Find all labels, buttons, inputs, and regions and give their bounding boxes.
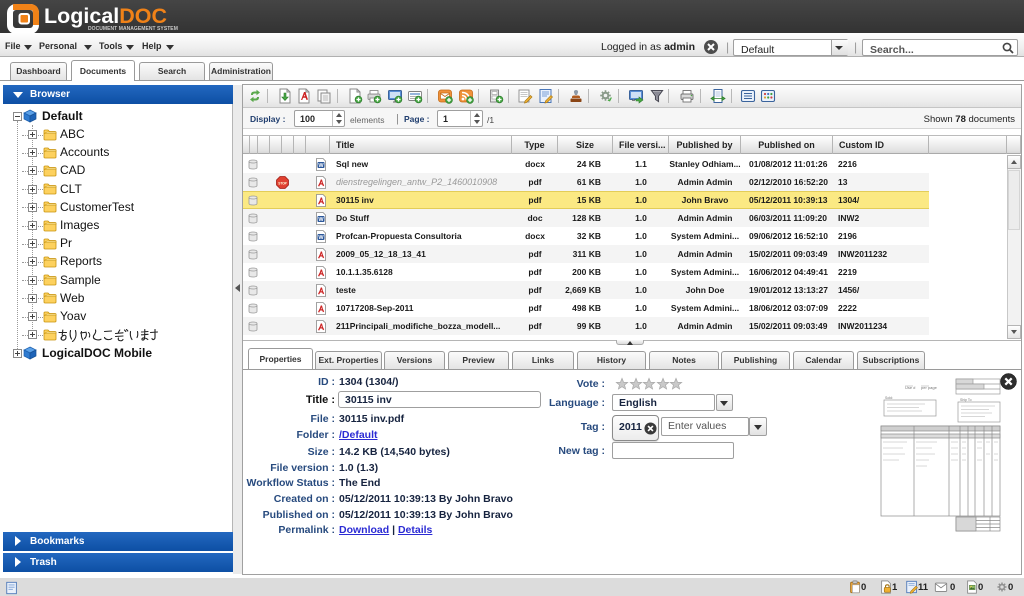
svg-text:STOP: STOP [278,181,287,185]
svg-text:Sold:: Sold: [885,396,893,400]
svg-text:Ship To: Ship To [960,398,972,402]
svg-text:W: W [318,235,324,241]
svg-text:W: W [318,163,324,169]
svg-text:per page: per page [921,385,938,390]
svg-text:Use #: Use # [905,385,916,390]
svg-text:W: W [318,217,324,223]
